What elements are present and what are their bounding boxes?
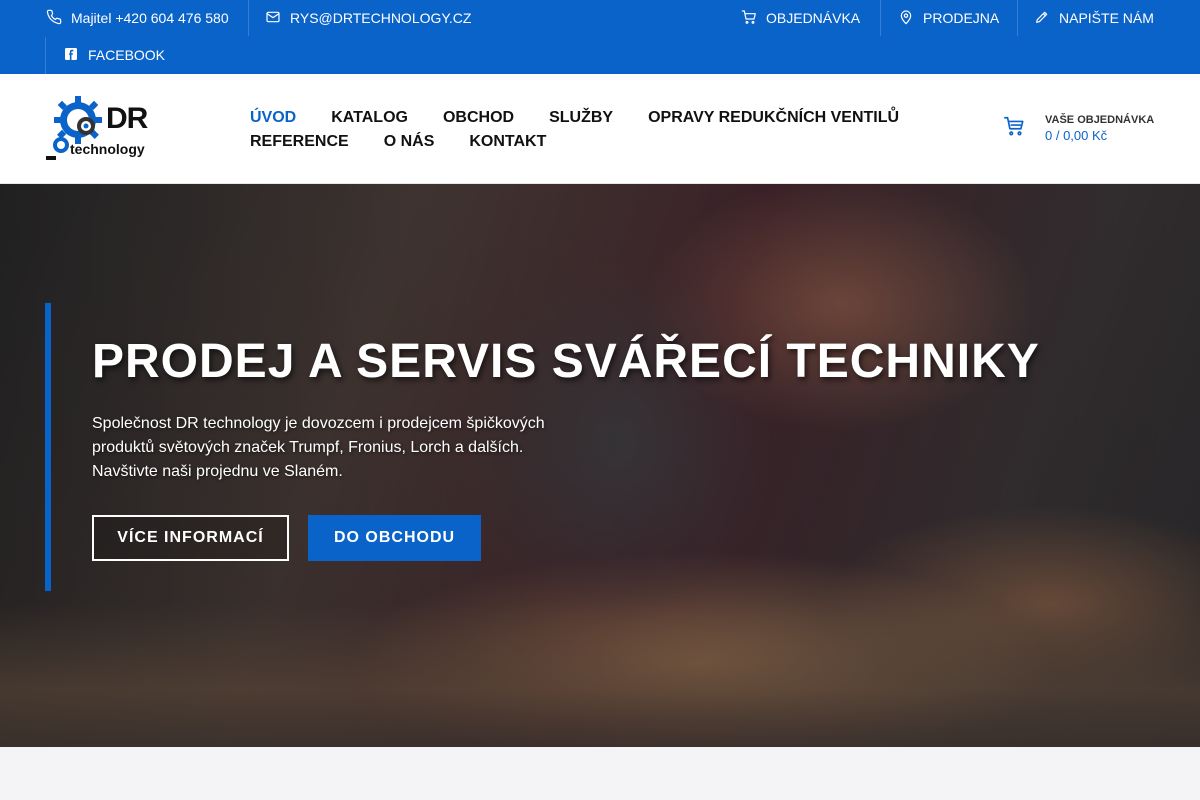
order-link[interactable]: OBJEDNÁVKA [741,0,860,36]
email-text: RYS@DRTECHNOLOGY.CZ [290,10,472,26]
cart-icon [741,9,757,28]
email-link[interactable]: RYS@DRTECHNOLOGY.CZ [265,0,471,36]
cart-title: VAŠE OBJEDNÁVKA [1045,114,1155,126]
store-link[interactable]: PRODEJNA [898,0,999,36]
divider [248,0,249,36]
contact-text: NAPIŠTE NÁM [1059,10,1154,26]
phone-icon [46,9,62,28]
content-area [0,747,1200,800]
top-bar: Majitel +420 604 476 580 RYS@DRTECHNOLOG… [0,0,1200,74]
facebook-text: FACEBOOK [88,47,166,63]
cart-total: 0 / 0,00 Kč [1045,128,1108,143]
cart-widget[interactable]: VAŠE OBJEDNÁVKA 0 / 0,00 Kč [1003,114,1154,143]
phone-text: Majitel +420 604 476 580 [71,10,229,26]
order-text: OBJEDNÁVKA [766,10,861,26]
facebook-link[interactable]: FACEBOOK [63,37,165,73]
hero-title: PRODEJ A SERVIS SVÁŘECÍ TECHNIKY [92,335,1040,388]
hero-banner: PRODEJ A SERVIS SVÁŘECÍ TECHNIKY Společn… [0,184,1200,747]
nav-item-reference[interactable]: REFERENCE [250,133,349,151]
hero-description: Společnost DR technology je dovozcem i p… [92,415,545,480]
more-info-button[interactable]: VÍCE INFORMACÍ [92,515,289,561]
nav-item-kontakt[interactable]: KONTAKT [469,133,546,151]
divider [1017,0,1018,36]
divider [880,0,881,36]
hero-photo-band [0,604,1200,747]
pencil-icon [1034,9,1050,28]
phone-link[interactable]: Majitel +420 604 476 580 [46,0,229,36]
store-text: PRODEJNA [923,10,1000,26]
envelope-icon [265,9,281,28]
map-pin-icon [898,9,914,28]
nav-item-uvod[interactable]: ÚVOD [250,109,296,127]
divider [45,37,46,74]
cart-icon [1003,115,1025,142]
facebook-icon [63,46,79,65]
nav-item-o-nas[interactable]: O NÁS [384,133,435,151]
hero-accent-bar [45,303,51,591]
logo-technology-text: technology [70,141,145,157]
nav-item-sluzby[interactable]: SLUŽBY [549,109,613,127]
contact-link[interactable]: NAPIŠTE NÁM [1034,0,1154,36]
site-header: DR technology ÚVOD KATALOG OBCHOD SLUŽBY… [0,74,1200,184]
logo-dr-text: DR [106,102,148,135]
main-nav: ÚVOD KATALOG OBCHOD SLUŽBY OPRAVY REDUKČ… [250,106,950,154]
logo[interactable]: DR technology [46,96,156,162]
nav-item-opravy[interactable]: OPRAVY REDUKČNÍCH VENTILŮ [648,109,899,127]
nav-item-obchod[interactable]: OBCHOD [443,109,514,127]
go-to-shop-button[interactable]: DO OBCHODU [308,515,481,561]
nav-item-katalog[interactable]: KATALOG [331,109,408,127]
